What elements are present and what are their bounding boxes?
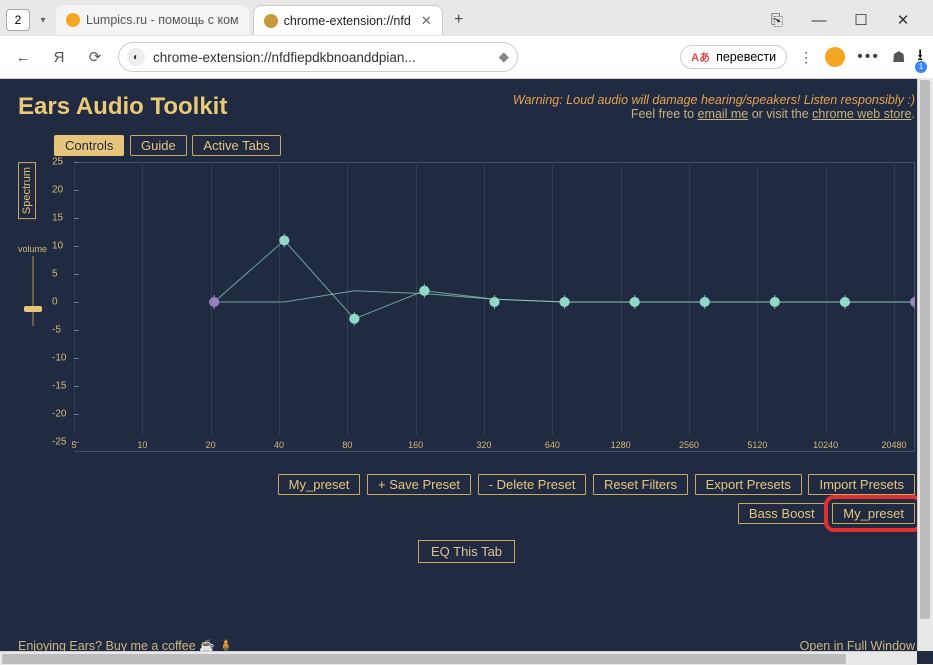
y-tick-label: 10: [52, 241, 63, 252]
feel-free-suffix: .: [912, 107, 915, 121]
feel-free-prefix: Feel free to: [631, 107, 698, 121]
site-identity-icon: ◐: [127, 48, 145, 66]
y-tick-label: -20: [52, 409, 66, 420]
extension-ears-icon[interactable]: [825, 47, 845, 67]
url-field[interactable]: ◐ chrome-extension://nfdfiepdkbnoanddpia…: [118, 42, 518, 72]
tab-title: Lumpics.ru - помощь с ком: [86, 13, 239, 27]
y-tick-label: 5: [52, 269, 58, 280]
bookmark-icon[interactable]: ◆: [499, 49, 509, 65]
y-tick-label: -25: [52, 437, 66, 448]
favicon-extension: [264, 14, 278, 28]
y-tick-label: -15: [52, 381, 66, 392]
reset-filters-button[interactable]: Reset Filters: [593, 474, 688, 495]
preset-row-2: Bass Boost My_preset: [18, 503, 915, 524]
window-minimize[interactable]: —: [807, 12, 831, 29]
translate-a-icon: Aあ: [691, 49, 710, 65]
volume-label: volume: [18, 244, 47, 254]
import-presets-button[interactable]: Import Presets: [808, 474, 915, 495]
eq-node[interactable]: [910, 297, 915, 307]
y-tick-label: 25: [52, 157, 63, 168]
translate-label: перевести: [716, 50, 776, 64]
volume-track: [32, 256, 34, 326]
tab-lumpics[interactable]: Lumpics.ru - помощь с ком: [56, 5, 249, 35]
eq-node[interactable]: [559, 297, 569, 307]
feel-free-mid: or visit the: [748, 107, 812, 121]
y-tick-label: 15: [52, 213, 63, 224]
reload-button[interactable]: ⟳: [82, 44, 108, 70]
eq-node[interactable]: [630, 297, 640, 307]
email-me-link[interactable]: email me: [698, 107, 749, 121]
favicon-lumpics: [66, 13, 80, 27]
bass-boost-button[interactable]: Bass Boost: [738, 503, 826, 524]
url-text: chrome-extension://nfdfiepdkbnoanddpian.…: [153, 50, 416, 65]
app-content: Ears Audio Toolkit Warning: Loud audio w…: [0, 79, 933, 664]
tab-controls[interactable]: Controls: [54, 135, 124, 156]
shield-icon[interactable]: ☗: [892, 48, 905, 66]
eq-node[interactable]: [419, 286, 429, 296]
user-preset-button[interactable]: My_preset: [832, 503, 915, 524]
y-tick-label: 20: [52, 185, 63, 196]
window-close[interactable]: ✕: [891, 11, 915, 29]
yandex-button[interactable]: Я: [46, 44, 72, 70]
save-preset-button[interactable]: + Save Preset: [367, 474, 471, 495]
more-menu[interactable]: •••: [857, 48, 880, 66]
warning-line: Warning: Loud audio will damage hearing/…: [513, 93, 915, 107]
delete-preset-button[interactable]: - Delete Preset: [478, 474, 587, 495]
eq-node[interactable]: [489, 297, 499, 307]
eq-node[interactable]: [279, 235, 289, 245]
warning-block: Warning: Loud audio will damage hearing/…: [513, 93, 915, 121]
eq-node[interactable]: [349, 314, 359, 324]
chrome-store-link[interactable]: chrome web store: [812, 107, 911, 121]
back-button[interactable]: ←: [10, 44, 36, 70]
eq-node[interactable]: [770, 297, 780, 307]
vertical-scrollbar[interactable]: [917, 78, 933, 651]
preset-row: My_preset + Save Preset - Delete Preset …: [18, 474, 915, 495]
y-tick-label: -5: [52, 325, 61, 336]
tab-active-tabs[interactable]: Active Tabs: [192, 135, 280, 156]
eq-this-tab-button[interactable]: EQ This Tab: [418, 540, 515, 563]
downloads-button[interactable]: ⭳ 1: [917, 44, 923, 71]
sidebar-toggle-icon[interactable]: ⎘: [765, 12, 789, 29]
translate-chip[interactable]: Aあ перевести: [680, 45, 787, 69]
tab-dropdown-icon[interactable]: ▾: [34, 15, 52, 26]
eq-plot[interactable]: [74, 162, 915, 442]
tab-strip: 2 ▾ Lumpics.ru - помощь с ком chrome-ext…: [0, 0, 933, 36]
eq-node[interactable]: [840, 297, 850, 307]
tab-count-chip[interactable]: 2: [6, 9, 30, 31]
tab-title: chrome-extension://nfd: [284, 14, 411, 28]
new-tab-button[interactable]: +: [447, 8, 471, 32]
y-tick-label: -10: [52, 353, 66, 364]
tab-guide[interactable]: Guide: [130, 135, 187, 156]
horizontal-scrollbar[interactable]: [0, 651, 917, 665]
download-badge: 1: [915, 61, 927, 73]
y-tick-label: 0: [52, 297, 58, 308]
tab-extension[interactable]: chrome-extension://nfd ✕: [253, 5, 443, 35]
chart-zone: Spectrum volume 2520151050-5-10-15-20-25…: [54, 162, 915, 462]
app-tabs: Controls Guide Active Tabs: [54, 135, 915, 156]
address-bar: ← Я ⟳ ◐ chrome-extension://nfdfiepdkbnoa…: [0, 36, 933, 78]
close-tab-icon[interactable]: ✕: [421, 13, 432, 29]
window-maximize[interactable]: ☐: [849, 11, 873, 29]
spectrum-toggle[interactable]: Spectrum: [18, 162, 36, 219]
eq-node[interactable]: [700, 297, 710, 307]
export-presets-button[interactable]: Export Presets: [695, 474, 802, 495]
volume-slider-thumb[interactable]: [24, 306, 42, 312]
preset-name-field[interactable]: My_preset: [278, 474, 361, 495]
page-actions-menu[interactable]: ⋮: [799, 49, 813, 66]
